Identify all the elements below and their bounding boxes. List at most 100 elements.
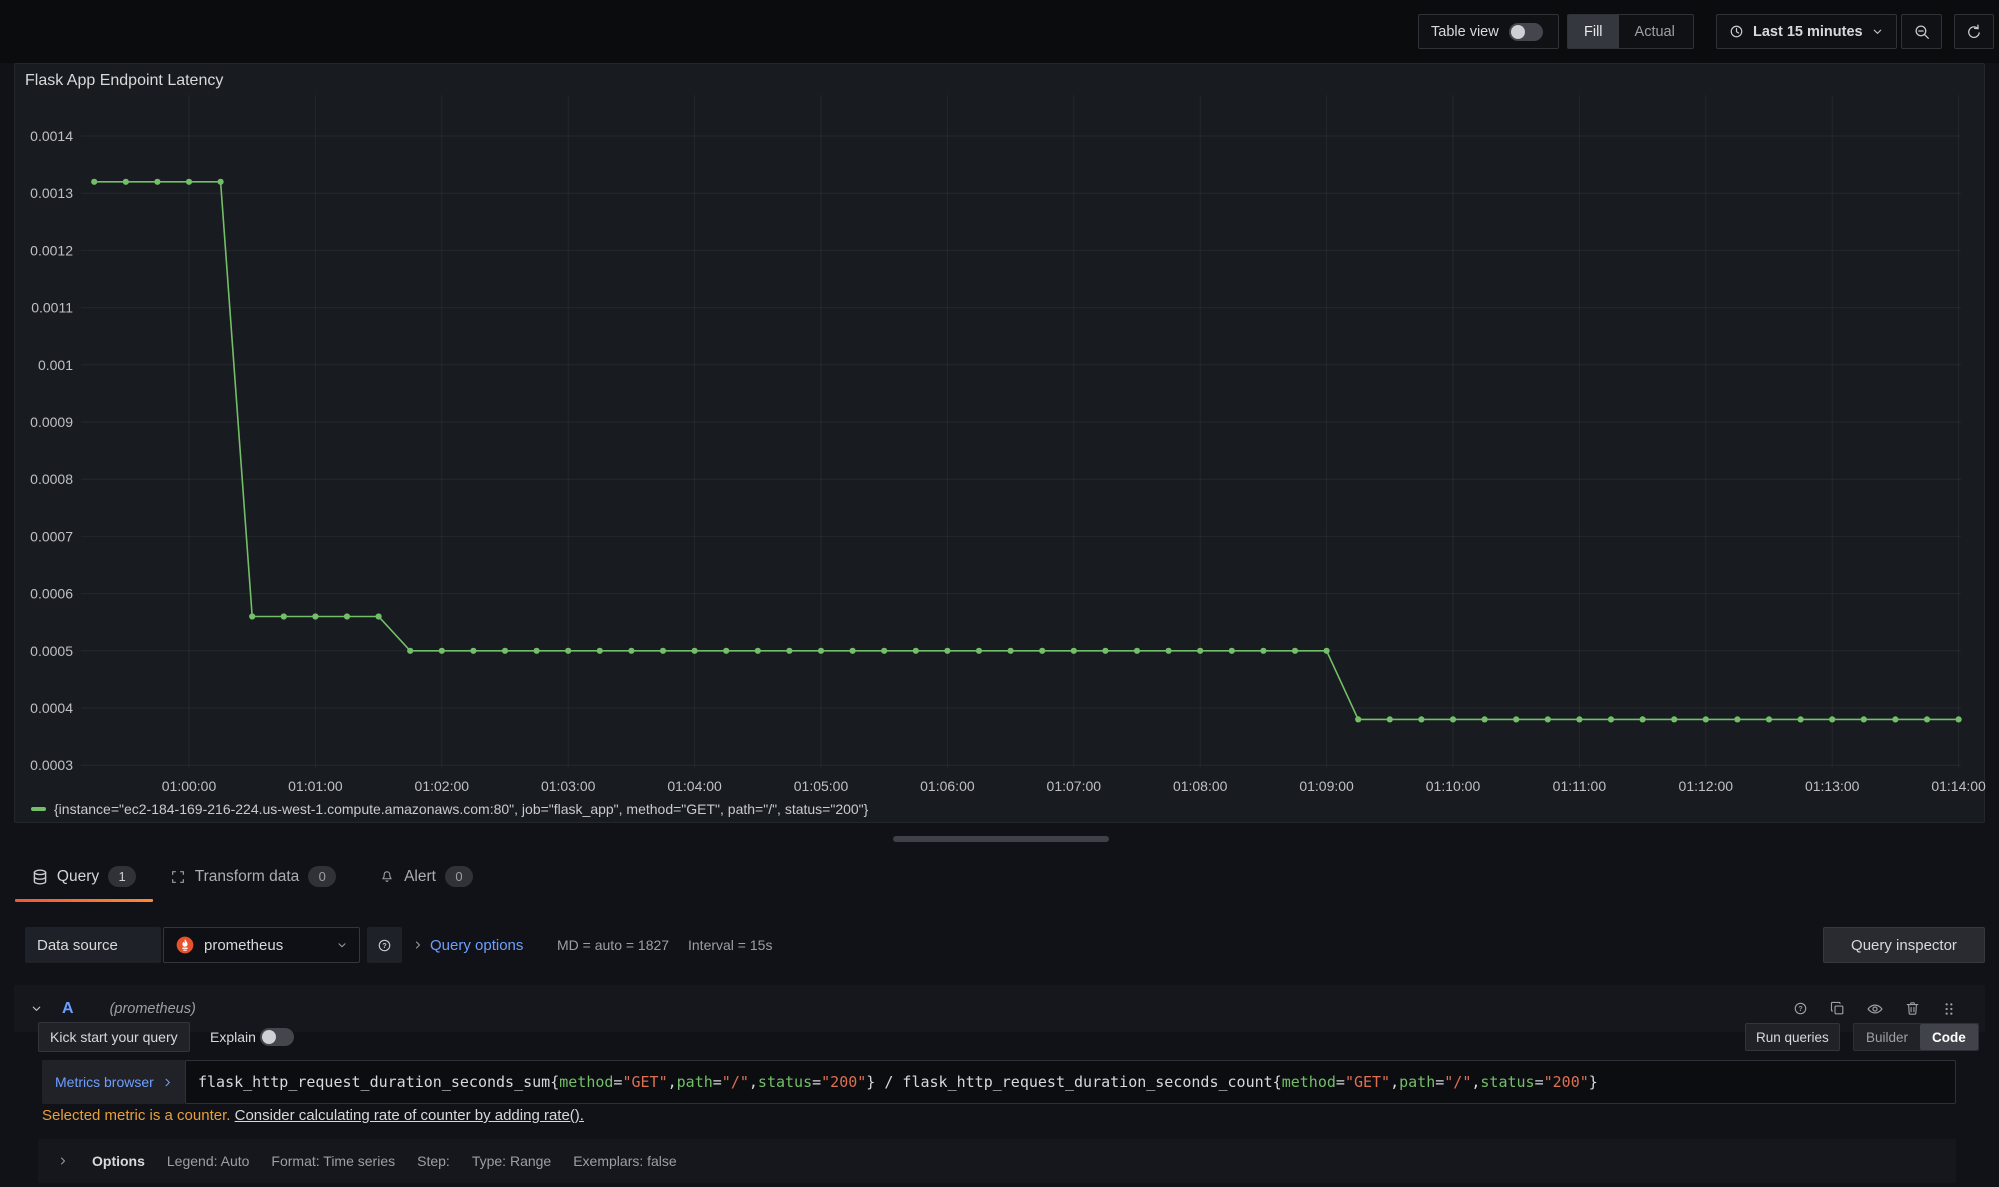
table-view-control: Table view [1418,14,1559,49]
chevron-down-icon [336,939,348,951]
drag-grip-icon[interactable] [1941,1001,1957,1017]
editor-top-bar: Table view Fill Actual Last 15 minutes [0,0,1999,63]
options-chevron-icon [57,1155,69,1167]
svg-text:01:02:00: 01:02:00 [415,778,470,794]
legend-series-mark [31,807,46,811]
promql-query-input[interactable]: flask_http_request_duration_seconds_sum{… [185,1060,1956,1104]
tab-query-label: Query [57,868,99,886]
svg-text:01:09:00: 01:09:00 [1299,778,1354,794]
svg-text:01:04:00: 01:04:00 [667,778,722,794]
query-toolbar: Data source prometheus ? Query options M… [14,915,1985,975]
run-queries-button[interactable]: Run queries [1745,1023,1840,1051]
svg-text:0.0008: 0.0008 [30,471,73,487]
option-summary-item: Exemplars: false [573,1153,676,1169]
options-label: Options [92,1153,145,1169]
explain-toggle[interactable] [260,1028,294,1046]
panel-title: Flask App Endpoint Latency [25,72,223,90]
svg-text:01:10:00: 01:10:00 [1426,778,1481,794]
search-minus-icon [1913,23,1931,41]
query-help-icon[interactable]: ? [1792,1000,1809,1017]
refresh-icon [1965,23,1983,41]
svg-text:0.0012: 0.0012 [30,242,73,258]
time-range-picker[interactable]: Last 15 minutes [1716,14,1897,49]
tab-alert[interactable]: Alert 0 [377,853,475,900]
counter-warning: Selected metric is a counter. Consider c… [42,1107,584,1124]
option-summary-item: Type: Range [472,1153,551,1169]
query-datasource-hint: (prometheus) [110,1001,196,1017]
legend-series-label: {instance="ec2-184-169-216-224.us-west-1… [54,801,868,817]
svg-text:0.001: 0.001 [38,357,73,373]
svg-text:?: ? [1798,1005,1802,1013]
tab-alert-label: Alert [404,868,436,886]
explain-label: Explain [210,1022,256,1052]
metrics-browser-label: Metrics browser [55,1074,154,1090]
builder-mode-button[interactable]: Builder [1854,1024,1920,1050]
options-items: Legend: Auto Format: Time series Step: Type… [167,1153,677,1169]
tab-transform-data[interactable]: Transform data 0 [166,853,340,900]
panel-resize-handle[interactable] [893,836,1109,842]
svg-text:0.0014: 0.0014 [30,128,73,144]
chevron-right-icon [162,1077,173,1088]
svg-text:01:05:00: 01:05:00 [794,778,849,794]
tab-alert-count: 0 [445,866,473,887]
svg-text:0.0004: 0.0004 [30,700,73,716]
svg-text:0.0005: 0.0005 [30,643,73,659]
tab-query-count: 1 [108,866,136,887]
warning-rate-link[interactable]: Consider calculating rate of counter by … [235,1107,584,1124]
data-source-help-button[interactable]: ? [367,927,402,963]
query-ref-id: A [62,1000,74,1018]
svg-text:01:07:00: 01:07:00 [1047,778,1102,794]
chevron-down-icon [1871,25,1884,38]
latency-chart[interactable]: 01:00:0001:01:0001:02:0001:03:0001:04:00… [15,64,1986,822]
svg-text:01:11:00: 01:11:00 [1553,778,1607,794]
actual-button[interactable]: Actual [1619,15,1691,48]
table-view-toggle[interactable] [1509,23,1543,41]
data-source-select[interactable]: prometheus [163,927,360,963]
fill-button[interactable]: Fill [1568,15,1619,48]
zoom-out-button[interactable] [1901,14,1942,49]
svg-text:0.0006: 0.0006 [30,586,73,602]
tab-transform-count: 0 [308,866,336,887]
query-options-summary-row[interactable]: Options Legend: Auto Format: Time series S… [38,1139,1956,1183]
metrics-browser-toggle[interactable]: Metrics browser [42,1060,186,1104]
table-view-label: Table view [1431,24,1499,40]
grafana-panel-edit-page: { "header": { "table_view_label": "Table… [0,0,1999,1187]
question-circle-icon: ? [376,937,393,954]
query-options-chevron-icon [412,927,424,963]
tab-query[interactable]: Query 1 [15,853,153,900]
kick-start-query-button[interactable]: Kick start your query [38,1022,190,1052]
tab-transform-label: Transform data [195,868,300,886]
refresh-button[interactable] [1954,14,1994,49]
collapse-chevron-icon[interactable] [30,1002,43,1015]
svg-text:0.0013: 0.0013 [30,185,73,201]
data-source-value: prometheus [204,937,327,954]
svg-text:?: ? [382,942,386,950]
database-icon [32,869,48,885]
data-source-label: Data source [25,927,161,963]
chart-legend[interactable]: {instance="ec2-184-169-216-224.us-west-1… [31,801,868,817]
duplicate-query-icon[interactable] [1829,1000,1846,1017]
bell-icon [379,869,395,885]
time-range-label: Last 15 minutes [1753,24,1863,40]
svg-text:0.0007: 0.0007 [30,528,73,544]
delete-query-trash-icon[interactable] [1904,1000,1921,1017]
toggle-visibility-eye-icon[interactable] [1866,1000,1884,1018]
query-inspector-button[interactable]: Query inspector [1823,927,1985,963]
svg-text:01:12:00: 01:12:00 [1679,778,1734,794]
option-summary-item: Format: Time series [271,1153,395,1169]
svg-text:01:13:00: 01:13:00 [1805,778,1860,794]
option-summary-item: Step: [417,1153,450,1169]
svg-text:01:00:00: 01:00:00 [162,778,217,794]
builder-code-switch: Builder Code [1853,1023,1979,1051]
clock-icon [1728,23,1745,40]
code-mode-button[interactable]: Code [1920,1024,1978,1050]
fill-actual-switch: Fill Actual [1567,14,1694,49]
svg-text:01:08:00: 01:08:00 [1173,778,1228,794]
svg-text:0.0011: 0.0011 [31,300,73,316]
active-tab-underline [15,899,153,902]
prometheus-logo-icon [175,935,195,955]
svg-text:01:01:00: 01:01:00 [288,778,343,794]
query-row-header[interactable]: A (prometheus) ? [14,985,1985,1032]
query-options-toggle[interactable]: Query options [430,927,523,963]
option-summary-item: Legend: Auto [167,1153,250,1169]
